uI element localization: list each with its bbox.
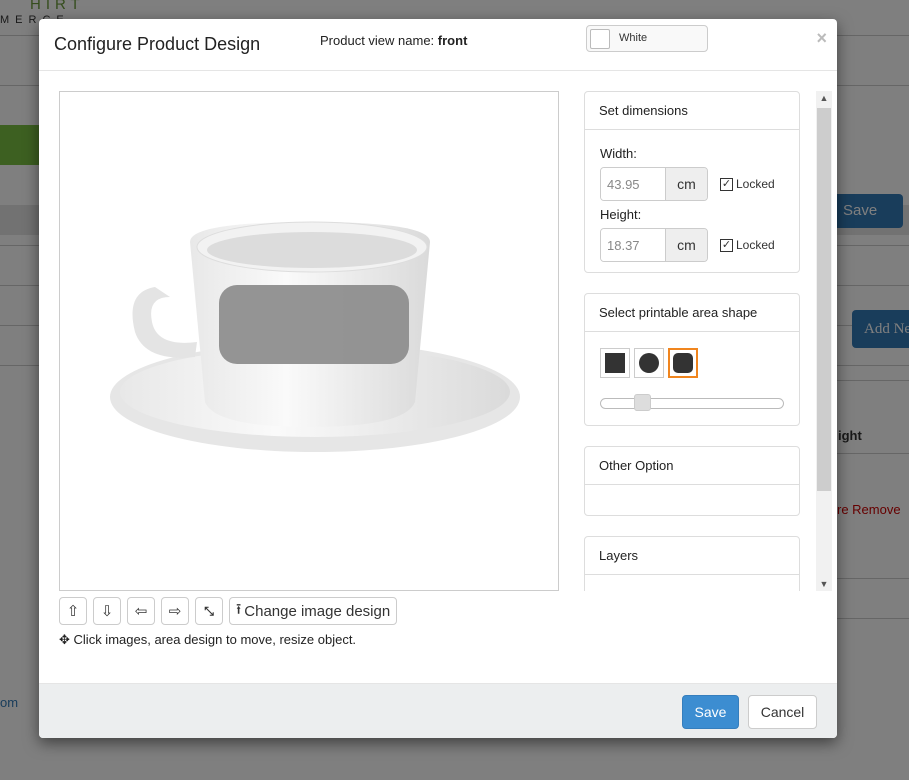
modal-header: Configure Product Design Product view na… bbox=[39, 19, 837, 71]
shape-title: Select printable area shape bbox=[585, 294, 799, 332]
slider-thumb[interactable] bbox=[634, 394, 652, 411]
view-name-label: Product view name: bbox=[320, 33, 435, 48]
sidebar-scrollbar[interactable]: ▲ ▼ bbox=[816, 91, 832, 591]
design-canvas[interactable] bbox=[59, 91, 559, 591]
height-unit: cm bbox=[665, 229, 707, 261]
dimensions-title: Set dimensions bbox=[585, 92, 799, 130]
cancel-button[interactable]: Cancel bbox=[748, 695, 817, 729]
configure-design-modal: Configure Product Design Product view na… bbox=[39, 19, 837, 738]
height-locked-checkbox[interactable]: ✓ Locked bbox=[720, 238, 775, 252]
layers-title: Layers bbox=[585, 537, 799, 575]
view-name-value: front bbox=[437, 33, 468, 48]
view-name: Product view name: front bbox=[320, 33, 467, 48]
other-option-title: Other Option bbox=[585, 447, 799, 485]
arrow-up-icon[interactable]: ⇧ bbox=[59, 597, 87, 625]
modal-title: Configure Product Design bbox=[54, 34, 261, 54]
shape-circle-button[interactable] bbox=[634, 348, 664, 378]
locked-label: Locked bbox=[736, 238, 775, 252]
shape-square-button[interactable] bbox=[600, 348, 630, 378]
shape-panel: Select printable area shape bbox=[584, 293, 800, 426]
corner-radius-slider[interactable] bbox=[600, 394, 784, 411]
change-image-button[interactable]: ⭱ Change image design bbox=[229, 597, 398, 625]
other-option-panel: Other Option bbox=[584, 446, 800, 516]
hint-label: Click images, area design to move, resiz… bbox=[73, 632, 357, 647]
upload-icon: ⭱ bbox=[236, 600, 242, 618]
arrow-right-icon[interactable]: ⇨ bbox=[161, 597, 189, 625]
options-sidebar: Set dimensions Width: cm ✓Locked Height:… bbox=[584, 91, 800, 591]
height-label: Height: bbox=[600, 207, 642, 222]
color-select[interactable]: White bbox=[586, 25, 708, 52]
shape-rounded-button[interactable] bbox=[668, 348, 698, 378]
square-icon bbox=[605, 353, 625, 373]
circle-icon bbox=[639, 353, 659, 373]
arrow-down-icon[interactable]: ⇩ bbox=[93, 597, 121, 625]
checkbox-checked-icon: ✓ bbox=[720, 177, 733, 191]
locked-label: Locked bbox=[736, 177, 775, 191]
compress-icon[interactable]: ⤡ bbox=[195, 597, 223, 625]
move-icon: ✥ bbox=[59, 632, 70, 647]
height-input[interactable] bbox=[601, 229, 665, 261]
save-button[interactable]: Save bbox=[682, 695, 739, 729]
rounded-square-icon bbox=[673, 353, 693, 373]
arrow-left-icon[interactable]: ⇦ bbox=[127, 597, 155, 625]
color-value: White bbox=[619, 32, 648, 44]
scroll-down-icon[interactable]: ▼ bbox=[816, 579, 832, 589]
layers-panel: Layers bbox=[584, 536, 800, 591]
color-swatch bbox=[590, 29, 610, 49]
change-image-label: Change image design bbox=[244, 602, 391, 620]
width-unit: cm bbox=[665, 168, 707, 200]
close-icon[interactable]: × bbox=[816, 28, 827, 49]
scrollbar-thumb[interactable] bbox=[817, 108, 831, 491]
scroll-up-icon[interactable]: ▲ bbox=[816, 93, 832, 103]
dimensions-panel: Set dimensions Width: cm ✓Locked Height:… bbox=[584, 91, 800, 273]
modal-footer: Save Cancel bbox=[39, 683, 837, 738]
width-locked-checkbox[interactable]: ✓ Locked bbox=[720, 177, 775, 191]
width-input[interactable] bbox=[601, 168, 665, 200]
canvas-toolbar: ⇧ ⇩ ⇦ ⇨ ⤡ ⭱ Change image design bbox=[59, 597, 398, 625]
checkbox-checked-icon: ✓ bbox=[720, 238, 733, 252]
printable-area[interactable] bbox=[219, 285, 409, 364]
hint-text: ✥ Click images, area design to move, res… bbox=[59, 632, 356, 648]
width-label: Width: bbox=[600, 146, 637, 161]
